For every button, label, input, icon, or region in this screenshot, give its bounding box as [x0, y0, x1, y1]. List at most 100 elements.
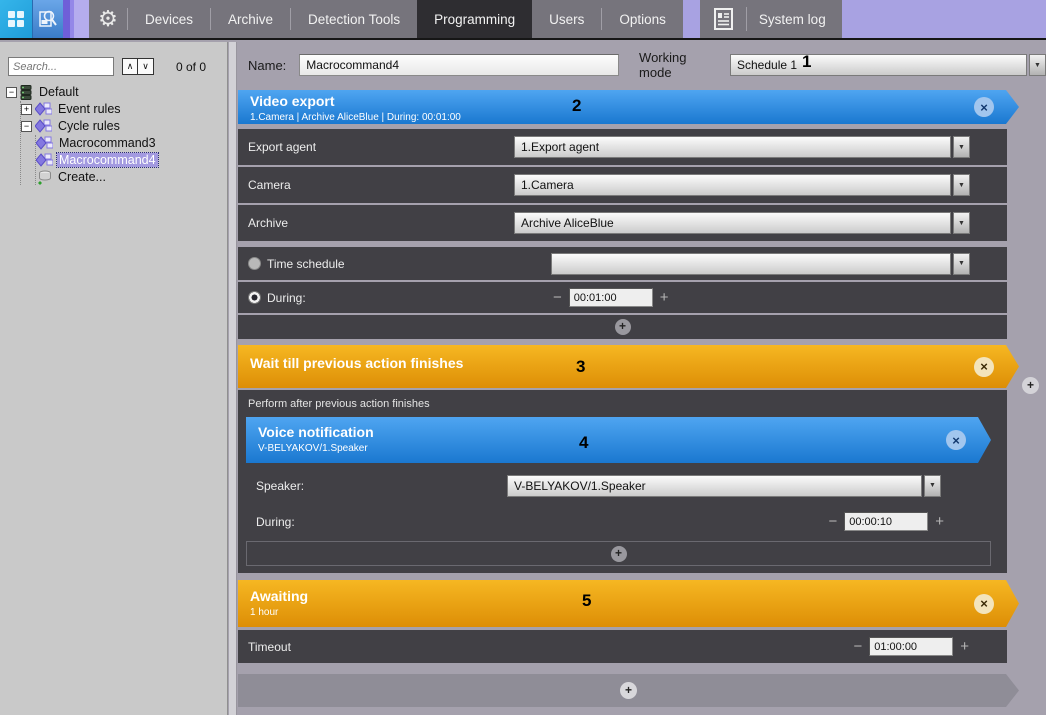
close-icon[interactable]: × — [974, 97, 994, 117]
tree-label[interactable]: Event rules — [56, 102, 123, 116]
tab-archive[interactable]: Archive — [211, 0, 290, 38]
tab-options[interactable]: Options — [602, 0, 683, 38]
system-log-button[interactable]: System log — [700, 0, 842, 38]
speaker-value[interactable]: V-BELYAKOV/1.Speaker — [507, 475, 922, 497]
voice-during-input[interactable] — [844, 512, 928, 531]
export-agent-dropdown[interactable]: 1.Export agent ▼ — [514, 136, 970, 158]
archive-value[interactable]: Archive AliceBlue — [514, 212, 951, 234]
chevron-down-icon[interactable]: ▼ — [953, 212, 970, 234]
wait-header[interactable]: Wait till previous action finishes × — [238, 345, 1019, 388]
voice-during-row: During: − + — [246, 506, 991, 537]
add-branch-button[interactable]: + — [1022, 377, 1039, 394]
export-agent-row: Export agent 1.Export agent ▼ — [238, 129, 1007, 165]
add-action-row: + — [246, 541, 991, 566]
camera-value[interactable]: 1.Camera — [514, 174, 951, 196]
close-icon[interactable]: × — [946, 430, 966, 450]
add-action-row: + — [238, 315, 1007, 339]
timeout-input[interactable] — [869, 637, 953, 656]
camera-row: Camera 1.Camera ▼ — [238, 167, 1007, 203]
tree-item-cycle-rules[interactable]: − Cycle rules — [21, 118, 227, 134]
voice-header[interactable]: Voice notification V-BELYAKOV/1.Speaker … — [246, 417, 991, 463]
chevron-down-icon[interactable]: ▼ — [953, 253, 970, 275]
search-prev-button[interactable]: ∧ — [122, 58, 138, 75]
voice-notification-group: Voice notification V-BELYAKOV/1.Speaker … — [246, 417, 991, 566]
macro-rule-icon — [35, 119, 52, 133]
collapse-expander-icon[interactable]: − — [6, 87, 17, 98]
during-radio[interactable] — [248, 291, 261, 304]
chevron-down-icon[interactable]: ▼ — [1029, 54, 1046, 76]
macro-command-icon — [36, 153, 53, 167]
video-export-header[interactable]: Video export 1.Camera | Archive AliceBlu… — [238, 90, 1019, 124]
chevron-down-icon[interactable]: ▼ — [953, 174, 970, 196]
plus-icon[interactable]: + — [935, 514, 944, 529]
awaiting-subtitle: 1 hour — [250, 607, 1019, 618]
tree-item-macrocommand4[interactable]: Macrocommand4 — [36, 152, 227, 168]
chevron-down-icon[interactable]: ▼ — [924, 475, 941, 497]
tab-programming[interactable]: Programming — [417, 0, 532, 38]
during-label: During: — [267, 291, 306, 305]
search-row: ∧ ∨ 0 of 0 — [0, 42, 227, 84]
callout-2: 2 — [572, 96, 581, 116]
during-time-input[interactable] — [569, 288, 653, 307]
add-icon[interactable]: + — [620, 682, 637, 699]
search-input[interactable] — [8, 57, 114, 76]
callout-5: 5 — [582, 591, 591, 611]
tree-item-event-rules[interactable]: + Event rules — [21, 101, 227, 117]
export-agent-label: Export agent — [248, 140, 316, 154]
plus-icon[interactable]: + — [960, 639, 969, 654]
chevron-down-icon[interactable]: ▼ — [953, 136, 970, 158]
tree-item-create[interactable]: Create... — [36, 169, 227, 185]
awaiting-header[interactable]: Awaiting 1 hour × — [238, 580, 1019, 627]
close-icon[interactable]: × — [974, 594, 994, 614]
add-icon[interactable]: + — [615, 319, 631, 335]
rules-sidebar: ∧ ∨ 0 of 0 − Default + — [0, 42, 228, 715]
close-icon[interactable]: × — [974, 357, 994, 377]
layout-grid-button[interactable] — [0, 0, 32, 38]
callout-4: 4 — [579, 433, 588, 453]
macro-name-input[interactable] — [299, 54, 619, 76]
macro-rule-icon — [35, 102, 52, 116]
create-plus-icon — [36, 170, 52, 185]
macro-command-icon — [36, 136, 53, 150]
export-agent-value[interactable]: 1.Export agent — [514, 136, 951, 158]
tree-label[interactable]: Cycle rules — [56, 119, 122, 133]
speaker-dropdown[interactable]: V-BELYAKOV/1.Speaker ▼ — [507, 475, 941, 497]
minus-icon[interactable]: − — [853, 639, 862, 654]
server-icon — [20, 85, 33, 100]
working-mode-dropdown[interactable]: Schedule 1 ▼ — [730, 54, 1046, 76]
tab-devices[interactable]: Devices — [128, 0, 210, 38]
sidebar-splitter[interactable] — [229, 42, 237, 715]
add-icon[interactable]: + — [611, 546, 627, 562]
camera-dropdown[interactable]: 1.Camera ▼ — [514, 174, 970, 196]
callout-1: 1 — [802, 52, 811, 72]
tree-label[interactable]: Macrocommand3 — [57, 136, 158, 150]
plus-icon[interactable]: + — [660, 290, 669, 305]
tree-item-default[interactable]: − Default — [6, 84, 227, 100]
minus-icon[interactable]: − — [828, 514, 837, 529]
tree-item-macrocommand3[interactable]: Macrocommand3 — [36, 135, 227, 151]
collapse-expander-icon[interactable]: − — [21, 121, 32, 132]
time-schedule-radio[interactable] — [248, 257, 261, 270]
time-schedule-value[interactable] — [551, 253, 951, 275]
search-next-button[interactable]: ∨ — [138, 58, 154, 75]
archive-dropdown[interactable]: Archive AliceBlue ▼ — [514, 212, 970, 234]
during-stepper: − + — [553, 288, 669, 307]
tab-detection-tools[interactable]: Detection Tools — [291, 0, 417, 38]
top-toolbar: ⚙ Devices Archive Detection Tools Progra… — [0, 0, 1046, 40]
tree-label[interactable]: Default — [37, 85, 81, 99]
awaiting-title: Awaiting — [250, 588, 1019, 604]
tree-label-selected[interactable]: Macrocommand4 — [57, 153, 158, 167]
search-panel-button[interactable] — [32, 0, 63, 38]
rules-tree: − Default + — [0, 84, 227, 185]
magnifier-document-icon — [38, 8, 58, 30]
timeout-row: Timeout − + — [238, 630, 1007, 663]
tree-label[interactable]: Create... — [56, 170, 108, 184]
minus-icon[interactable]: − — [553, 290, 562, 305]
tab-users[interactable]: Users — [532, 0, 601, 38]
working-mode-value[interactable]: Schedule 1 — [730, 54, 1027, 76]
time-schedule-dropdown[interactable]: ▼ — [551, 253, 970, 275]
add-action-bar[interactable]: + — [238, 674, 1019, 707]
voice-title: Voice notification — [258, 424, 991, 440]
expand-expander-icon[interactable]: + — [21, 104, 32, 115]
settings-gear-icon[interactable]: ⚙ — [89, 0, 127, 38]
